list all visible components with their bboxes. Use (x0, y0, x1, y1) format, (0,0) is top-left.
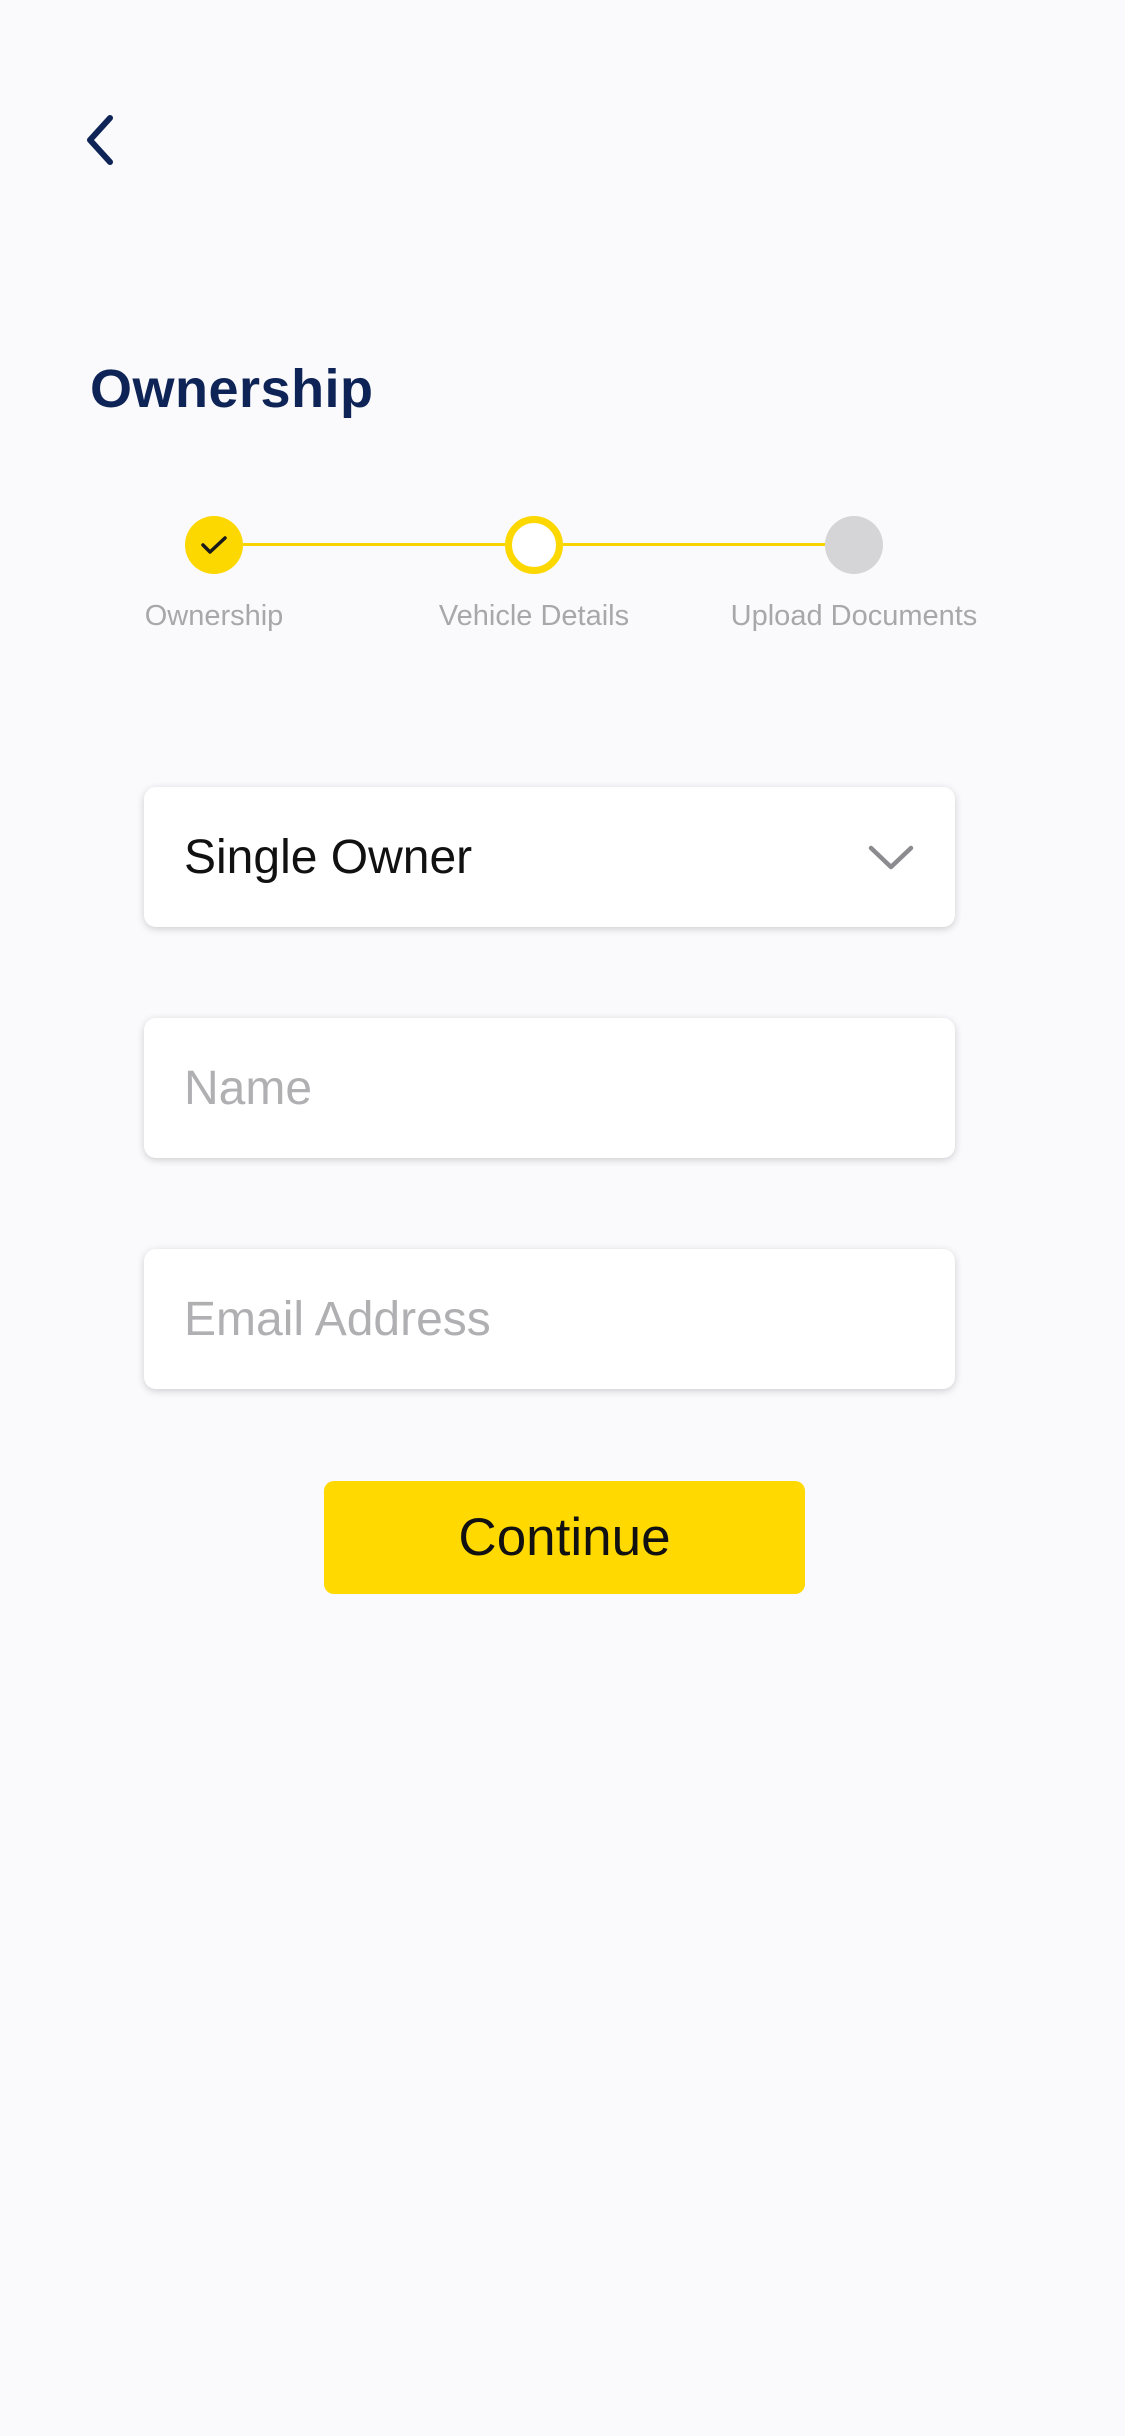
check-icon (201, 536, 227, 554)
page-title: Ownership (90, 359, 374, 419)
step-connector (561, 543, 825, 546)
chevron-left-icon (87, 115, 113, 165)
email-field[interactable] (144, 1249, 955, 1389)
step-connector (242, 543, 505, 546)
ownership-screen: Ownership Ownership Vehicle Details Uplo… (0, 0, 1125, 2436)
step-label-ownership: Ownership (144, 600, 284, 632)
ownership-type-select[interactable]: Single Owner (144, 787, 955, 927)
step-vehicle-details-indicator (505, 516, 563, 574)
step-label-upload-documents: Upload Documents (730, 600, 978, 632)
name-input[interactable] (184, 1060, 915, 1116)
ownership-type-value: Single Owner (184, 830, 473, 884)
email-input[interactable] (184, 1291, 915, 1347)
step-label-vehicle-details: Vehicle Details (438, 600, 630, 632)
chevron-down-icon (868, 845, 914, 870)
name-field[interactable] (144, 1018, 955, 1158)
progress-stepper: Ownership Vehicle Details Upload Documen… (0, 505, 1125, 645)
step-upload-documents-indicator (825, 516, 883, 574)
continue-button[interactable]: Continue (324, 1481, 805, 1594)
back-button[interactable] (70, 105, 130, 175)
step-ownership-indicator (185, 516, 243, 574)
